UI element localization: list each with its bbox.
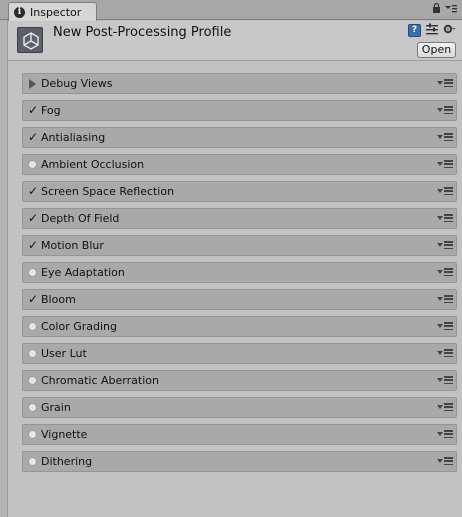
checkmark-icon[interactable]: ✓: [27, 212, 39, 225]
row-menu-icon[interactable]: [437, 241, 453, 249]
gear-icon[interactable]: [443, 23, 456, 38]
row-menu-icon[interactable]: [437, 160, 453, 168]
effect-row[interactable]: Eye Adaptation: [22, 262, 457, 283]
effect-label: Antialiasing: [41, 131, 106, 144]
effect-label: Bloom: [41, 293, 76, 306]
checkmark-icon[interactable]: ✓: [27, 239, 39, 252]
asset-title: New Post-Processing Profile: [53, 25, 232, 40]
open-button[interactable]: Open: [417, 42, 456, 58]
asset-header: New Post-Processing Profile ? Open: [8, 21, 462, 61]
left-edge: [0, 20, 8, 517]
effect-row[interactable]: User Lut: [22, 343, 457, 364]
checkmark-icon[interactable]: ✓: [27, 131, 39, 144]
effect-row[interactable]: ✓ Bloom: [22, 289, 457, 310]
effect-row[interactable]: ✓ Antialiasing: [22, 127, 457, 148]
effect-row[interactable]: ✓ Motion Blur: [22, 235, 457, 256]
row-menu-icon[interactable]: [437, 106, 453, 114]
toggle-off-icon[interactable]: [28, 322, 37, 331]
effect-row[interactable]: Color Grading: [22, 316, 457, 337]
header-icons: ?: [408, 23, 456, 38]
row-menu-icon[interactable]: [437, 457, 453, 465]
effect-row[interactable]: ✓ Fog: [22, 100, 457, 121]
presets-icon[interactable]: [426, 23, 438, 38]
effect-label: Chromatic Aberration: [41, 374, 159, 387]
tab-controls: [432, 2, 457, 16]
effect-row[interactable]: Ambient Occlusion: [22, 154, 457, 175]
foldout-arrow-icon[interactable]: [29, 79, 36, 89]
effect-label: Motion Blur: [41, 239, 104, 252]
effect-label: Dithering: [41, 455, 93, 468]
effect-label: Debug Views: [41, 77, 113, 90]
effect-row[interactable]: ✓ Depth Of Field: [22, 208, 457, 229]
checkmark-icon[interactable]: ✓: [27, 104, 39, 117]
toggle-off-icon[interactable]: [28, 376, 37, 385]
effect-row[interactable]: Grain: [22, 397, 457, 418]
row-menu-icon[interactable]: [437, 322, 453, 330]
effect-label: Grain: [41, 401, 71, 414]
checkmark-icon[interactable]: ✓: [27, 293, 39, 306]
row-menu-icon[interactable]: [437, 133, 453, 141]
unity-asset-icon: [17, 27, 43, 53]
tab-menu-icon[interactable]: [445, 4, 457, 16]
effect-row[interactable]: Debug Views: [22, 73, 457, 94]
row-menu-icon[interactable]: [437, 187, 453, 195]
effect-row[interactable]: Chromatic Aberration: [22, 370, 457, 391]
effect-label: Fog: [41, 104, 61, 117]
inspector-window: i Inspector New Post-Processing Profile …: [0, 0, 462, 517]
effect-row[interactable]: ✓ Screen Space Reflection: [22, 181, 457, 202]
checkmark-icon[interactable]: ✓: [27, 185, 39, 198]
effect-list: Debug Views ✓ Fog ✓ Antialiasing Ambient Occl…: [22, 73, 457, 478]
effect-label: Screen Space Reflection: [41, 185, 175, 198]
info-icon: i: [14, 6, 25, 18]
help-book-icon[interactable]: ?: [408, 24, 421, 37]
tab-strip: i Inspector: [0, 0, 462, 21]
effect-label: Ambient Occlusion: [41, 158, 145, 171]
row-menu-icon[interactable]: [437, 214, 453, 222]
toggle-off-icon[interactable]: [28, 349, 37, 358]
effect-label: Depth Of Field: [41, 212, 120, 225]
row-menu-icon[interactable]: [437, 430, 453, 438]
row-menu-icon[interactable]: [437, 79, 453, 87]
tab-inspector[interactable]: i Inspector: [8, 2, 97, 21]
row-menu-icon[interactable]: [437, 349, 453, 357]
effect-row[interactable]: Vignette: [22, 424, 457, 445]
effect-row[interactable]: Dithering: [22, 451, 457, 472]
toggle-off-icon[interactable]: [28, 160, 37, 169]
row-menu-icon[interactable]: [437, 403, 453, 411]
effect-label: User Lut: [41, 347, 87, 360]
effect-label: Vignette: [41, 428, 88, 441]
row-menu-icon[interactable]: [437, 268, 453, 276]
effect-label: Eye Adaptation: [41, 266, 125, 279]
lock-icon[interactable]: [432, 2, 441, 16]
row-menu-icon[interactable]: [437, 376, 453, 384]
toggle-off-icon[interactable]: [28, 268, 37, 277]
toggle-off-icon[interactable]: [28, 430, 37, 439]
toggle-off-icon[interactable]: [28, 457, 37, 466]
toggle-off-icon[interactable]: [28, 403, 37, 412]
tab-label: Inspector: [30, 5, 82, 19]
row-menu-icon[interactable]: [437, 295, 453, 303]
effect-label: Color Grading: [41, 320, 117, 333]
